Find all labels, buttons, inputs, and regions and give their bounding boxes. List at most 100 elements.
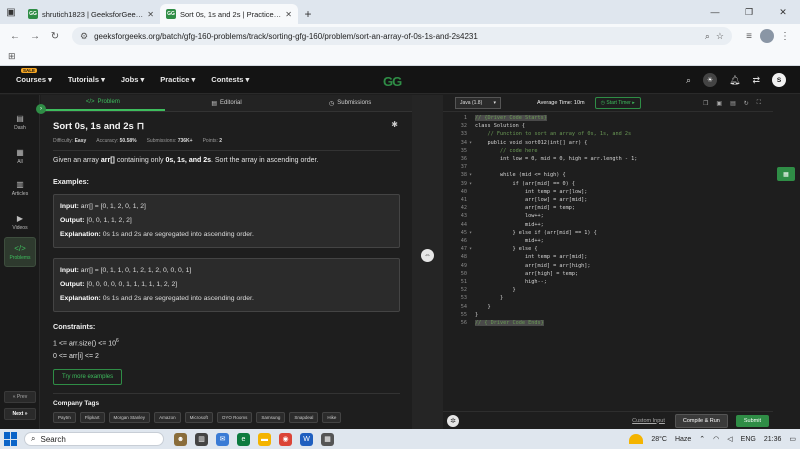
translate-icon[interactable]: ⇄ xyxy=(752,75,760,86)
search-icon[interactable]: ⌕ xyxy=(686,75,691,86)
mail-icon[interactable]: ✉ xyxy=(216,432,229,446)
fold-icon[interactable]: ▾ xyxy=(469,229,472,237)
tab-close-icon[interactable]: ✕ xyxy=(285,10,292,19)
browser-tab-profile[interactable]: GG shrutich1823 | GeeksforGeeks P ✕ xyxy=(22,4,160,24)
header-actions: ⌕ ☀ 🔔︎ ⇄ S xyxy=(686,66,786,94)
close-window-icon[interactable]: ✕ xyxy=(766,0,800,24)
rail-item-problems[interactable]: </> Problems xyxy=(4,237,36,267)
reset-icon[interactable]: ↻ xyxy=(744,100,749,107)
prev-button[interactable]: « Prev xyxy=(4,391,36,403)
menu-courses[interactable]: SALE Courses ▾ xyxy=(16,68,52,84)
menu-jobs[interactable]: Jobs ▾ xyxy=(121,75,144,84)
rail-item-dash[interactable]: ▤ Dash xyxy=(4,107,36,137)
maximize-icon[interactable]: ❐ xyxy=(732,0,766,24)
collapse-toggle-icon[interactable]: › xyxy=(36,104,46,114)
bookmark-icon[interactable]: ⊓ xyxy=(137,121,144,132)
network-icon[interactable]: ◠ xyxy=(713,435,719,443)
tab-problem[interactable]: </> Problem xyxy=(41,95,165,111)
next-button[interactable]: Next » xyxy=(4,408,36,420)
media-icon[interactable]: ≡ xyxy=(740,27,758,45)
fold-icon[interactable]: ▾ xyxy=(469,139,472,147)
custom-input-link[interactable]: Custom Input xyxy=(632,418,665,424)
chevron-up-icon[interactable]: ⌃ xyxy=(699,435,705,443)
start-timer-button[interactable]: ◷ Start Timer ▸ xyxy=(594,97,641,109)
rail-item-all[interactable]: ▦ All xyxy=(4,141,36,171)
tab-close-icon[interactable]: ✕ xyxy=(147,10,154,19)
line-number: 52 xyxy=(460,287,467,294)
tab-editorial[interactable]: ▤ Editorial xyxy=(165,95,289,111)
browser-tabstrip: ▣ GG shrutich1823 | GeeksforGeeks P ✕ GG… xyxy=(0,0,800,24)
code-text: high--; xyxy=(475,279,547,285)
submit-button[interactable]: Submit xyxy=(735,414,769,427)
url-field[interactable]: ⚙ geeksforgeeks.org/batch/gfg-160-proble… xyxy=(72,27,732,45)
windows-start-icon[interactable] xyxy=(4,432,18,446)
code-text: arr[low] = arr[mid]; xyxy=(475,197,588,203)
rail-item-articles[interactable]: ▥ Articles xyxy=(4,173,36,203)
company-tag[interactable]: Snapdeal xyxy=(289,412,319,424)
url-text: geeksforgeeks.org/batch/gfg-160-problems… xyxy=(94,31,478,41)
menu-practice[interactable]: Practice ▾ xyxy=(160,75,195,84)
company-tag[interactable]: Microsoft xyxy=(184,412,213,424)
bookmark-star-icon[interactable]: ☆ xyxy=(716,31,724,42)
fold-icon[interactable]: ▾ xyxy=(469,171,472,179)
fold-icon[interactable]: ▾ xyxy=(469,180,472,188)
line-number: 32 xyxy=(460,123,467,130)
edge-icon[interactable]: e xyxy=(237,432,250,446)
files-icon[interactable]: ▬ xyxy=(258,432,271,446)
forward-icon[interactable]: → xyxy=(26,27,44,45)
line-number: 45 xyxy=(460,229,467,236)
settings-icon[interactable]: ✲ xyxy=(447,414,459,427)
gfg-logo[interactable]: GG xyxy=(383,74,402,89)
tab-submissions[interactable]: ◷ Submissions xyxy=(288,95,412,111)
menu-tutorials[interactable]: Tutorials ▾ xyxy=(68,75,105,84)
panel-splitter[interactable]: ⇔ xyxy=(412,95,443,429)
average-time: Average Time: 10m xyxy=(537,100,585,106)
word-icon[interactable]: W xyxy=(300,432,313,446)
company-tag[interactable]: OYO Rooms xyxy=(216,412,253,424)
new-tab-icon[interactable]: + xyxy=(298,4,318,24)
app-icon[interactable]: ▦ xyxy=(321,432,334,446)
site-info-icon[interactable]: ⚙ xyxy=(80,31,88,42)
company-tag[interactable]: Morgan Stanley xyxy=(108,412,151,424)
try-more-examples-button[interactable]: Try more examples xyxy=(53,369,123,386)
company-tags: Paytm Flipkart Morgan Stanley Amazon Mic… xyxy=(53,412,400,424)
company-tag[interactable]: Flipkart xyxy=(79,412,105,424)
company-tag[interactable]: Hike xyxy=(322,412,342,424)
notification-bell-icon[interactable]: 🔔︎ xyxy=(729,75,740,86)
menu-contests[interactable]: Contests ▾ xyxy=(211,75,249,84)
apps-grid-icon[interactable]: ⊞ xyxy=(8,51,16,62)
rail-item-videos[interactable]: ▶ Videos xyxy=(4,207,36,237)
divider xyxy=(53,393,400,395)
company-tag[interactable]: Amazon xyxy=(154,412,181,424)
chrome-icon[interactable]: ◉ xyxy=(279,432,292,446)
copy-icon[interactable]: ❐ xyxy=(703,100,708,107)
theme-toggle-icon[interactable]: ☀ xyxy=(703,73,718,87)
chat-icon[interactable]: ▦ xyxy=(777,167,795,181)
chrome-profile-avatar[interactable] xyxy=(760,29,774,43)
volume-icon[interactable]: ◁ xyxy=(727,435,732,443)
notification-icon[interactable]: ▭ xyxy=(789,435,796,443)
taskbar-search[interactable]: ⌕ Search xyxy=(24,432,164,446)
user-avatar[interactable]: S xyxy=(772,73,786,87)
back-icon[interactable]: ← xyxy=(6,27,24,45)
report-bug-icon[interactable]: ✱ xyxy=(391,120,398,129)
widget-icon[interactable]: ☻ xyxy=(174,432,187,446)
reload-icon[interactable]: ↻ xyxy=(46,27,64,45)
tab-search-icon[interactable]: ▣ xyxy=(0,0,22,24)
language-select[interactable]: Java (1.8) ▾ xyxy=(455,97,501,109)
chrome-menu-icon[interactable]: ⋮ xyxy=(776,27,794,45)
line-number: 49 xyxy=(460,262,467,269)
save-icon[interactable]: ▤ xyxy=(730,100,736,107)
browser-tab-problem[interactable]: GG Sort 0s, 1s and 2s | Practice | Ge ✕ xyxy=(160,4,298,24)
resize-handle-icon[interactable]: ⇔ xyxy=(421,249,434,262)
code-area[interactable]: 1 // {Driver Code Starts} 32 class Solution… xyxy=(443,114,773,394)
minimize-icon[interactable]: — xyxy=(698,0,732,24)
task-view-icon[interactable]: ▥ xyxy=(195,432,208,446)
company-tag[interactable]: Paytm xyxy=(53,412,76,424)
compile-run-button[interactable]: Compile & Run xyxy=(674,413,728,428)
zoom-icon[interactable]: ⌕ xyxy=(705,31,710,42)
company-tag[interactable]: Samsung xyxy=(256,412,286,424)
paste-icon[interactable]: ▣ xyxy=(716,100,722,107)
fold-icon[interactable]: ▾ xyxy=(469,245,472,253)
fullscreen-icon[interactable]: ⛶ xyxy=(757,100,761,107)
